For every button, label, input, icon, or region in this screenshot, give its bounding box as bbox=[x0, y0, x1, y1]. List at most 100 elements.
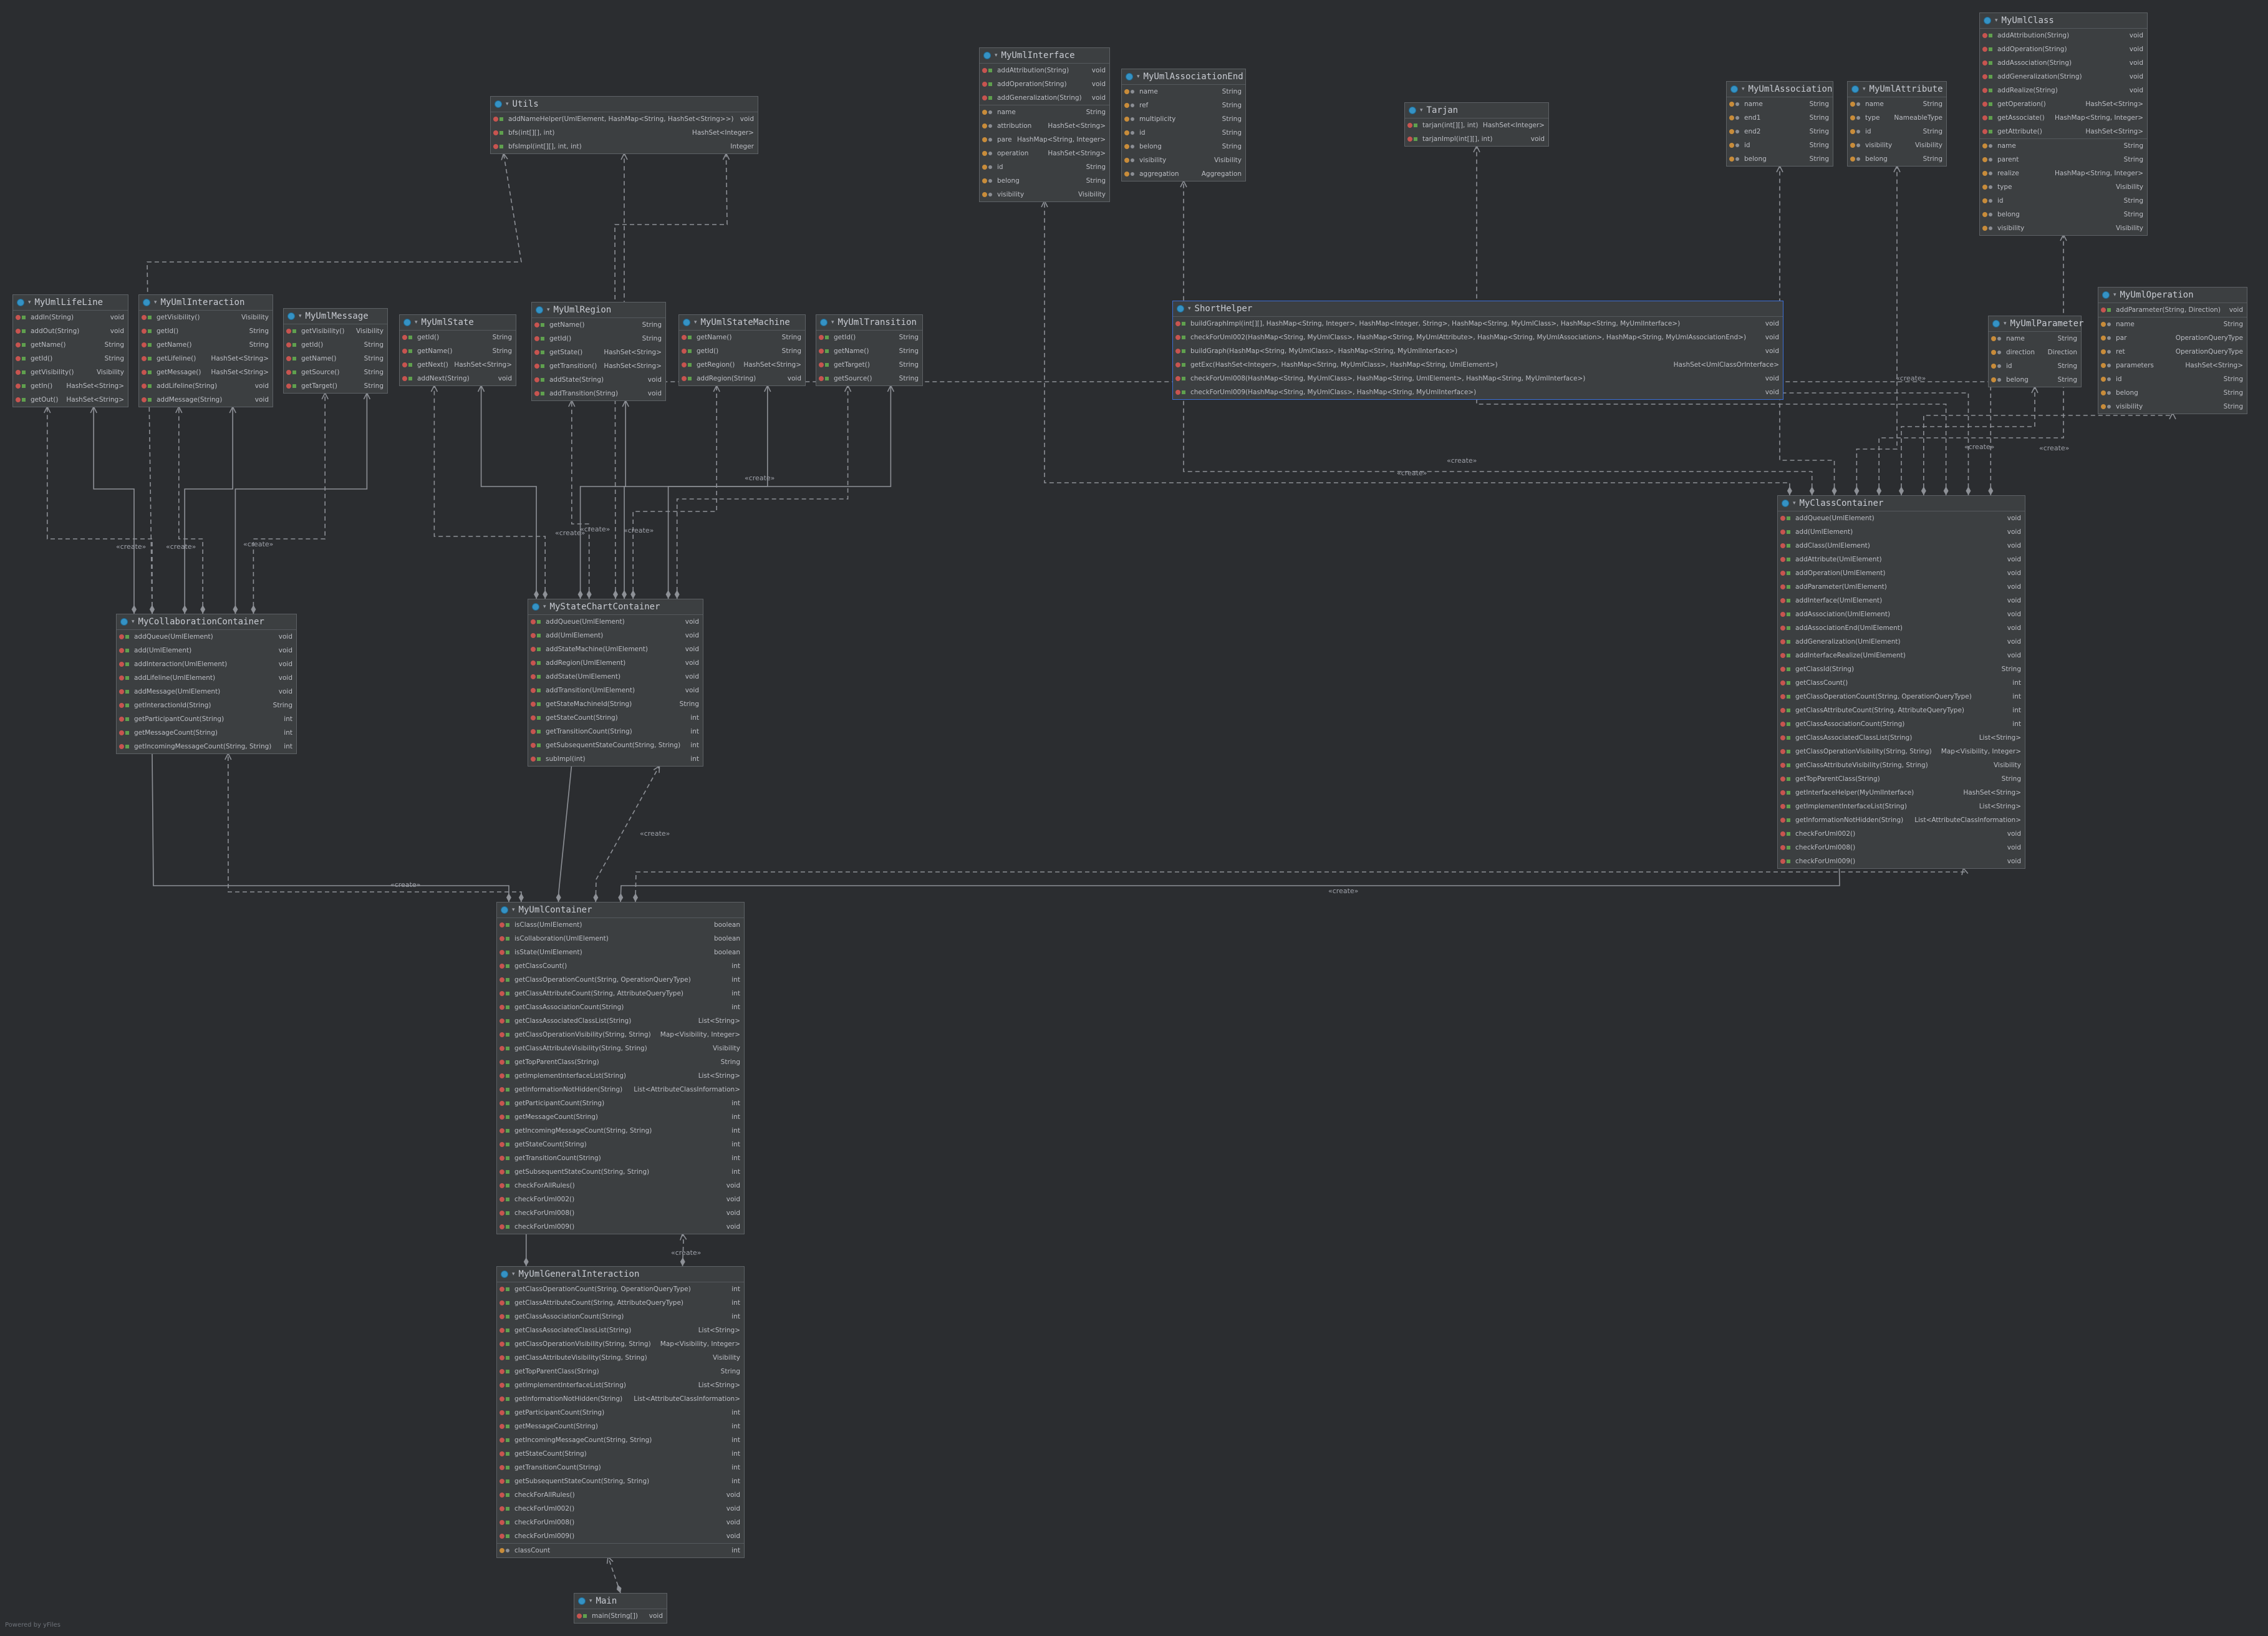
method-row[interactable]: getTransition() HashSet<String> bbox=[532, 359, 665, 373]
method-row[interactable]: getLifeline() HashSet<String> bbox=[139, 352, 273, 365]
method-row[interactable]: getName() String bbox=[816, 344, 922, 358]
field-row[interactable]: name String bbox=[2098, 317, 2247, 331]
method-row[interactable]: getTransitionCount(String) int bbox=[528, 725, 703, 738]
method-row[interactable]: getClassOperationVisibility(String, Stri… bbox=[497, 1337, 744, 1351]
method-row[interactable]: addOperation(UmlElement) void bbox=[1778, 566, 2025, 580]
method-row[interactable]: getInformationNotHidden(String) List<Attr… bbox=[497, 1392, 744, 1406]
chevron-down-icon[interactable]: ▾ bbox=[506, 101, 509, 107]
field-row[interactable]: belong String bbox=[1122, 140, 1245, 153]
method-row[interactable]: getTopParentClass(String) String bbox=[497, 1055, 744, 1069]
method-row[interactable]: subImpl(int) int bbox=[528, 752, 703, 766]
method-row[interactable]: getId() String bbox=[532, 332, 665, 346]
field-row[interactable]: ref String bbox=[1122, 99, 1245, 112]
method-row[interactable]: addState(UmlElement) void bbox=[528, 670, 703, 684]
field-row[interactable]: ret OperationQueryType bbox=[2098, 345, 2247, 359]
method-row[interactable]: getName() String bbox=[532, 318, 665, 332]
method-row[interactable]: getParticipantCount(String) int bbox=[497, 1406, 744, 1420]
field-row[interactable]: par OperationQueryType bbox=[2098, 331, 2247, 345]
chevron-down-icon[interactable]: ▾ bbox=[1137, 74, 1140, 80]
field-row[interactable]: id String bbox=[1727, 138, 1833, 152]
class-myumlgeneralinteraction[interactable]: ▾ MyUmlGeneralInteraction getClassOperatio… bbox=[496, 1266, 745, 1558]
method-row[interactable]: addGeneralization(UmlElement) void bbox=[1778, 635, 2025, 649]
class-myumltransition[interactable]: ▾ MyUmlTransition getId() String getName() St… bbox=[816, 314, 923, 386]
method-row[interactable]: add(UmlElement) void bbox=[1778, 525, 2025, 539]
method-row[interactable]: getId() String bbox=[13, 352, 128, 365]
field-row[interactable]: id String bbox=[1122, 126, 1245, 140]
class-myumlassociation[interactable]: ▾ MyUmlAssociation name String end1 String end… bbox=[1726, 81, 1833, 167]
method-row[interactable]: checkForUml009() void bbox=[1778, 854, 2025, 868]
method-row[interactable]: getClassAssociatedClassList(String) List<… bbox=[1778, 731, 2025, 745]
method-row[interactable]: getId() String bbox=[400, 331, 516, 344]
method-row[interactable]: getIncomingMessageCount(String, String) i… bbox=[117, 740, 296, 753]
method-row[interactable]: getTransitionCount(String) int bbox=[497, 1151, 744, 1165]
chevron-down-icon[interactable]: ▾ bbox=[543, 604, 546, 610]
chevron-down-icon[interactable]: ▾ bbox=[1742, 86, 1745, 92]
method-row[interactable]: addAssociation(UmlElement) void bbox=[1778, 607, 2025, 621]
method-row[interactable]: getIncomingMessageCount(String, String) i… bbox=[497, 1124, 744, 1138]
method-row[interactable]: checkForUml002() void bbox=[497, 1193, 744, 1206]
field-row[interactable]: id String bbox=[1989, 359, 2081, 373]
class-myumlinteraction[interactable]: ▾ MyUmlInteraction getVisibility() Visibili… bbox=[138, 294, 273, 407]
class-myumlmessage[interactable]: ▾ MyUmlMessage getVisibility() Visibility ge… bbox=[283, 308, 388, 394]
method-row[interactable]: getClassOperationCount(String, Operation… bbox=[497, 1282, 744, 1296]
field-row[interactable]: belong String bbox=[1980, 208, 2147, 221]
method-row[interactable]: checkForUml009() void bbox=[497, 1529, 744, 1543]
method-row[interactable]: checkForUml008(HashMap<String, MyUmlClas… bbox=[1173, 372, 1783, 385]
method-row[interactable]: getOperation() HashSet<String> bbox=[1980, 97, 2147, 111]
method-row[interactable]: addLifeline(UmlElement) void bbox=[117, 671, 296, 685]
field-row[interactable]: attribution HashSet<String> bbox=[980, 119, 1109, 133]
field-row[interactable]: name String bbox=[1727, 97, 1833, 111]
method-row[interactable]: getName() String bbox=[284, 352, 387, 365]
method-row[interactable]: getClassOperationVisibility(String, Stri… bbox=[1778, 745, 2025, 758]
method-row[interactable]: addGeneralization(String) void bbox=[980, 91, 1109, 105]
method-row[interactable]: getSubsequentStateCount(String, String) i… bbox=[528, 738, 703, 752]
class-myumlclass[interactable]: ▾ MyUmlClass addAttribution(String) void add… bbox=[1979, 12, 2148, 236]
method-row[interactable]: getOut() HashSet<String> bbox=[13, 393, 128, 407]
method-row[interactable]: getStateCount(String) int bbox=[528, 711, 703, 725]
method-row[interactable]: getStateMachineId(String) String bbox=[528, 697, 703, 711]
class-myumlinterface[interactable]: ▾ MyUmlInterface addAttribution(String) voi… bbox=[979, 47, 1110, 202]
chevron-down-icon[interactable]: ▾ bbox=[694, 319, 697, 326]
method-row[interactable]: isState(UmlElement) boolean bbox=[497, 946, 744, 959]
chevron-down-icon[interactable]: ▾ bbox=[2113, 292, 2116, 298]
method-row[interactable]: tarjanImpl(int[][], int) void bbox=[1405, 132, 1548, 146]
class-main[interactable]: ▾ Main main(String[]) void bbox=[574, 1593, 667, 1624]
field-row[interactable]: belong String bbox=[2098, 386, 2247, 400]
method-row[interactable]: addInterface(UmlElement) void bbox=[1778, 594, 2025, 607]
method-row[interactable]: getClassAssociationCount(String) int bbox=[497, 1000, 744, 1014]
method-row[interactable]: getName() String bbox=[13, 338, 128, 352]
method-row[interactable]: getClassAttributeCount(String, Attribute… bbox=[497, 1296, 744, 1310]
method-row[interactable]: addAttribution(String) void bbox=[980, 64, 1109, 77]
method-row[interactable]: getClassCount() int bbox=[497, 959, 744, 973]
class-myumlstate[interactable]: ▾ MyUmlState getId() String getName() String g… bbox=[399, 314, 516, 386]
method-row[interactable]: addAssociationEnd(UmlElement) void bbox=[1778, 621, 2025, 635]
method-row[interactable]: getSource() String bbox=[816, 372, 922, 385]
method-row[interactable]: getStateCount(String) int bbox=[497, 1447, 744, 1461]
chevron-down-icon[interactable]: ▾ bbox=[1995, 17, 1998, 24]
method-row[interactable]: addMessage(UmlElement) void bbox=[117, 685, 296, 699]
field-row[interactable]: id String bbox=[980, 160, 1109, 174]
field-row[interactable]: name String bbox=[1122, 85, 1245, 99]
method-row[interactable]: getTarget() String bbox=[284, 379, 387, 393]
class-myumloperation[interactable]: ▾ MyUmlOperation addParameter(String, Dire… bbox=[2098, 287, 2247, 414]
chevron-down-icon[interactable]: ▾ bbox=[2004, 321, 2007, 327]
method-row[interactable]: getAttribute() HashSet<String> bbox=[1980, 125, 2147, 138]
method-row[interactable]: getId() String bbox=[679, 344, 805, 358]
method-row[interactable]: checkForUml002(HashMap<String, MyUmlClas… bbox=[1173, 331, 1783, 344]
method-row[interactable]: addNext(String) void bbox=[400, 372, 516, 385]
method-row[interactable]: getTarget() String bbox=[816, 358, 922, 372]
method-row[interactable]: addInteraction(UmlElement) void bbox=[117, 657, 296, 671]
method-row[interactable]: getMessageCount(String) int bbox=[497, 1420, 744, 1433]
method-row[interactable]: addRegion(UmlElement) void bbox=[528, 656, 703, 670]
method-row[interactable]: bfs(int[][], int) HashSet<Integer> bbox=[491, 126, 758, 140]
class-myumlparameter[interactable]: ▾ MyUmlParameter name String direction Direct… bbox=[1988, 316, 2084, 387]
method-row[interactable]: isClass(UmlElement) boolean bbox=[497, 918, 744, 932]
field-row[interactable]: parameters HashSet<String> bbox=[2098, 359, 2247, 372]
class-utils[interactable]: ▾ Utils addNameHelper(UmlElement, HashMap<… bbox=[490, 96, 758, 154]
class-mycollaborationcontainer[interactable]: ▾ MyCollaborationContainer addQueue(UmlEle… bbox=[116, 614, 297, 754]
field-row[interactable]: parent String bbox=[1980, 153, 2147, 167]
method-row[interactable]: addGeneralization(String) void bbox=[1980, 70, 2147, 84]
method-row[interactable]: addAttribution(String) void bbox=[1980, 29, 2147, 42]
method-row[interactable]: getClassAttributeVisibility(String, Stri… bbox=[1778, 758, 2025, 772]
class-myumlattribute[interactable]: ▾ MyUmlAttribute name String type NameableTyp… bbox=[1847, 81, 1947, 167]
